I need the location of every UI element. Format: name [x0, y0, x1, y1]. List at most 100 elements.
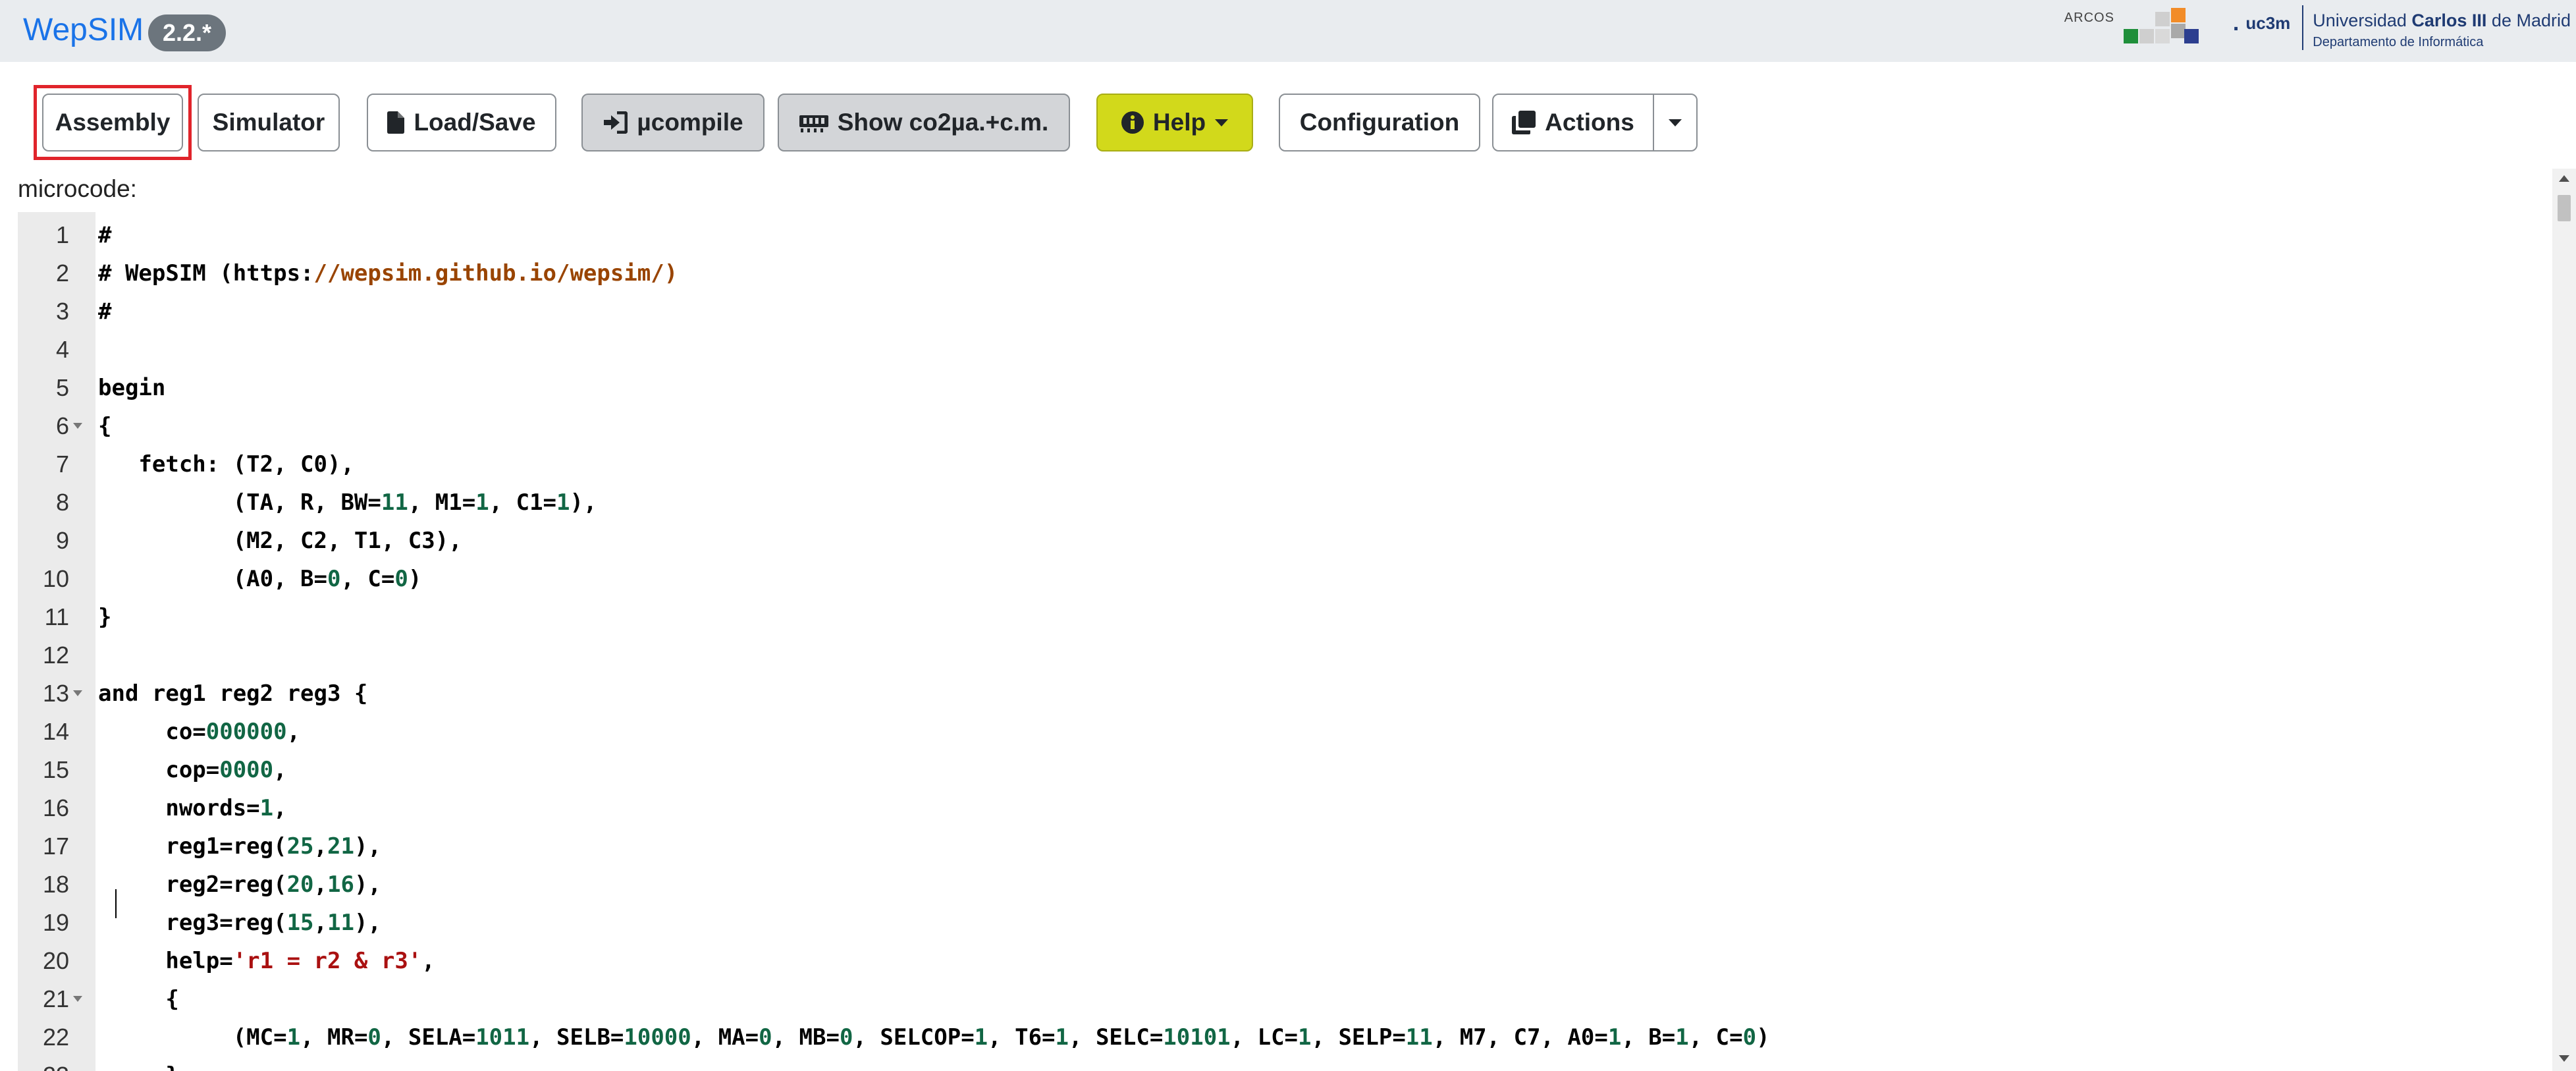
code-text[interactable]: help='r1 = r2 & r3',	[98, 942, 435, 980]
code-text[interactable]: #	[98, 216, 111, 254]
vertical-scrollbar[interactable]	[2552, 169, 2576, 1071]
scroll-up-arrow-icon[interactable]	[2559, 175, 2569, 182]
line-number: 19	[42, 909, 69, 936]
configuration-button[interactable]: Configuration	[1279, 94, 1480, 151]
code-text[interactable]: fetch: (T2, C0),	[98, 445, 354, 483]
code-text[interactable]: reg1=reg(25,21),	[98, 827, 381, 865]
code-text[interactable]: reg2=reg(20,16),	[98, 865, 381, 904]
code-line[interactable]: 20 help='r1 = r2 & r3',	[18, 942, 2546, 980]
scroll-down-arrow-icon[interactable]	[2559, 1055, 2569, 1062]
code-line[interactable]: 6{	[18, 407, 2546, 445]
sign-in-icon	[603, 111, 628, 134]
caret-down-icon	[1215, 119, 1229, 126]
actions-dropdown-toggle[interactable]	[1653, 94, 1698, 151]
caret-down-icon	[1669, 119, 1682, 126]
code-text[interactable]: {	[98, 407, 111, 445]
arcos-logo-text: ARCOS	[2064, 11, 2114, 25]
code-text[interactable]: #	[98, 292, 111, 331]
code-text[interactable]: nwords=1,	[98, 789, 286, 827]
code-line[interactable]: 16 nwords=1,	[18, 789, 2546, 827]
code-line[interactable]: 21 {	[18, 980, 2546, 1018]
code-line[interactable]: 10 (A0, B=0, C=0)	[18, 560, 2546, 598]
line-number: 2	[55, 260, 69, 287]
show-co2-button[interactable]: Show co2µa.+c.m.	[778, 94, 1070, 151]
line-number: 16	[42, 794, 69, 821]
code-text[interactable]: }	[98, 598, 111, 636]
code-text[interactable]: (M2, C2, T1, C3),	[98, 522, 462, 560]
code-text[interactable]: (TA, R, BW=11, M1=1, C1=1),	[98, 483, 597, 522]
line-number: 8	[55, 489, 69, 516]
top-navbar: WepSIM 2.2.* ARCOS . uc3m Universidad Ca…	[0, 0, 2576, 62]
code-line[interactable]: 1 #	[18, 216, 2546, 254]
code-text[interactable]: (MC=1, MR=0, SELA=1011, SELB=10000, MA=0…	[98, 1018, 1770, 1057]
line-number: 14	[42, 718, 69, 745]
info-circle-icon	[1121, 111, 1144, 134]
code-line[interactable]: 19 reg3=reg(15,11),	[18, 904, 2546, 942]
code-line[interactable]: 11}	[18, 598, 2546, 636]
code-line[interactable]: 14 co=000000,	[18, 713, 2546, 751]
fold-toggle-icon[interactable]	[73, 996, 82, 1002]
code-text[interactable]: }	[98, 1057, 178, 1071]
code-text[interactable]: cop=0000,	[98, 751, 286, 789]
fold-toggle-icon[interactable]	[73, 423, 82, 429]
code-line[interactable]: 2 # WepSIM (https://wepsim.github.io/weps…	[18, 254, 2546, 292]
institution-logos: ARCOS . uc3m Universidad Carlos III de M…	[2064, 5, 2571, 58]
code-text[interactable]: co=000000,	[98, 713, 300, 751]
code-text[interactable]: reg3=reg(15,11),	[98, 904, 381, 942]
fold-toggle-icon[interactable]	[73, 690, 82, 696]
file-icon	[387, 111, 405, 134]
load-save-button[interactable]: Load/Save	[367, 94, 556, 151]
memory-icon	[799, 113, 828, 132]
line-number: 21	[42, 985, 69, 1012]
code-line[interactable]: 4	[18, 331, 2546, 369]
line-number: 18	[42, 871, 69, 898]
code-line[interactable]: 15 cop=0000,	[18, 751, 2546, 789]
uc3m-dot: .	[2232, 11, 2240, 36]
actions-button[interactable]: Actions	[1492, 94, 1654, 151]
arcos-cubes-logo	[2121, 5, 2226, 49]
code-line[interactable]: 5 begin	[18, 369, 2546, 407]
text-cursor	[115, 889, 117, 918]
line-number: 20	[42, 947, 69, 974]
code-line[interactable]: 17 reg1=reg(25,21),	[18, 827, 2546, 865]
line-number: 6	[55, 412, 69, 439]
app-title[interactable]: WepSIM	[23, 12, 144, 49]
line-number: 13	[42, 680, 69, 707]
code-text[interactable]: (A0, B=0, C=0)	[98, 560, 422, 598]
line-number: 9	[55, 527, 69, 554]
university-logo: Universidad Carlos III de Madrid Departa…	[2302, 5, 2571, 50]
copy-icon	[1512, 111, 1536, 134]
line-number: 7	[55, 451, 69, 478]
assembly-button-highlight	[34, 85, 192, 160]
code-text[interactable]: begin	[98, 369, 165, 407]
ucompile-button[interactable]: µcompile	[581, 94, 765, 151]
scrollbar-thumb[interactable]	[2558, 195, 2571, 221]
code-text[interactable]: # WepSIM (https://wepsim.github.io/wepsi…	[98, 254, 678, 292]
code-line[interactable]: 9 (M2, C2, T1, C3),	[18, 522, 2546, 560]
line-number: 12	[42, 642, 69, 669]
code-text[interactable]: and reg1 reg2 reg3 {	[98, 674, 367, 713]
microcode-label: microcode:	[18, 175, 137, 202]
code-line[interactable]: 7 fetch: (T2, C0),	[18, 445, 2546, 483]
simulator-button[interactable]: Simulator	[198, 94, 340, 151]
code-line[interactable]: 3 #	[18, 292, 2546, 331]
line-number: 3	[55, 298, 69, 325]
microcode-editor[interactable]: 1 # 2 # WepSIM (https://wepsim.github.io/we…	[18, 212, 2546, 1071]
line-number: 4	[55, 336, 69, 363]
code-line[interactable]: 22 (MC=1, MR=0, SELA=1011, SELB=10000, M…	[18, 1018, 2546, 1057]
line-number: 17	[42, 833, 69, 860]
code-line[interactable]: 18 reg2=reg(20,16),	[18, 865, 2546, 904]
code-line[interactable]: 12	[18, 636, 2546, 674]
department-name: Departamento de Informática	[2313, 35, 2484, 49]
line-number: 5	[55, 374, 69, 401]
code-line[interactable]: 13 and reg1 reg2 reg3 {	[18, 674, 2546, 713]
line-number: 23	[18, 1057, 69, 1071]
code-line[interactable]: 23 }	[18, 1057, 2546, 1071]
line-number: 10	[42, 565, 69, 592]
version-badge: 2.2.*	[148, 14, 227, 51]
line-number: 11	[44, 603, 69, 630]
uc3m-logo: uc3m	[2245, 13, 2291, 33]
code-line[interactable]: 8 (TA, R, BW=11, M1=1, C1=1),	[18, 483, 2546, 522]
help-dropdown-button[interactable]: Help	[1096, 94, 1253, 151]
code-text[interactable]: {	[98, 980, 178, 1018]
